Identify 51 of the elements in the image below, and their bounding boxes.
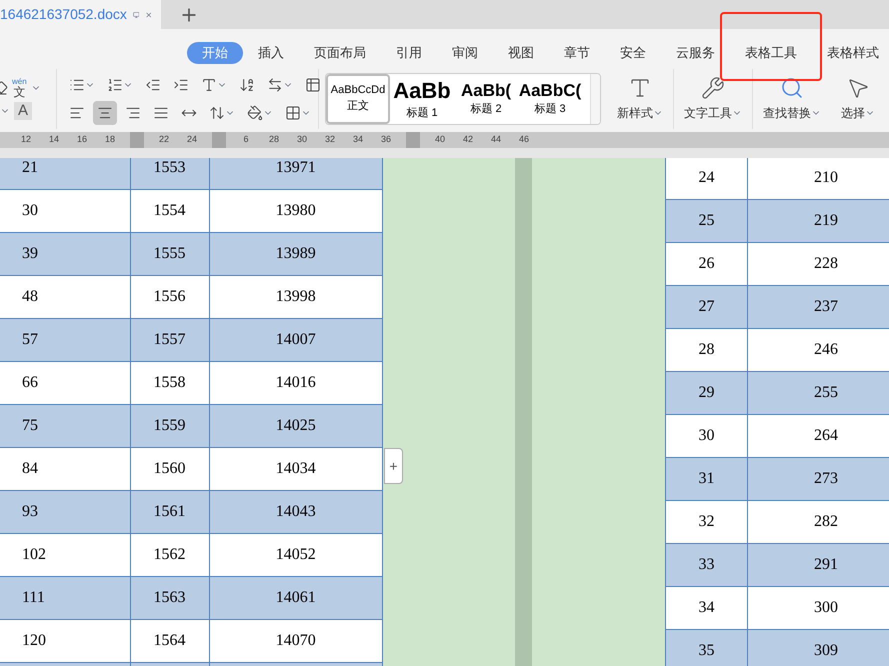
menu-tab[interactable]: 插入 [243, 42, 299, 64]
menu-tab[interactable]: 审阅 [437, 42, 493, 64]
ruler-number: 36 [380, 133, 392, 146]
tool-button[interactable]: 新样式 [607, 69, 674, 129]
ruler-number: 44 [490, 133, 502, 146]
character-shading-button[interactable]: A [14, 102, 32, 120]
ruler-marker[interactable] [130, 132, 144, 148]
tool-button[interactable]: 文字工具 [674, 69, 753, 129]
menu-tab[interactable]: 视图 [493, 42, 549, 64]
document-title: 164621637052.docx [0, 5, 127, 24]
style-item[interactable]: AaBbCcDd 正文 [326, 74, 390, 124]
ruler-number: 24 [186, 133, 198, 146]
ruler-number: 28 [268, 133, 280, 146]
menu-tab[interactable]: 表格工具 [730, 42, 812, 64]
tool-button[interactable]: 选择 [831, 69, 885, 129]
style-item[interactable]: AaBb 标题 1 [390, 74, 454, 124]
tool-button[interactable]: 查找替换 [753, 69, 831, 129]
style-item[interactable]: AaBb( 标题 2 [454, 74, 518, 124]
ruler-number: 34 [352, 133, 364, 146]
ruler-number: 40 [434, 133, 446, 146]
ruler-marker[interactable] [212, 132, 226, 148]
menu-tab[interactable]: 云服务 [661, 42, 730, 64]
ruler-number: 14 [48, 133, 60, 146]
ruler-number: 32 [324, 133, 336, 146]
wrench-icon [701, 76, 725, 100]
gallery-scrollbar[interactable] [590, 74, 600, 124]
pinyin-button[interactable]: wén 文 [12, 78, 27, 98]
ruler-number: 16 [76, 133, 88, 146]
document-tab[interactable]: 164621637052.docx [0, 0, 161, 29]
menu-tab[interactable]: 章节 [549, 42, 605, 64]
menu-tab[interactable]: 页面布局 [299, 42, 381, 64]
ruler-number: 46 [518, 133, 530, 146]
style-item[interactable]: AaBbC( 标题 3 [518, 74, 582, 124]
menu-tab[interactable]: 引用 [381, 42, 437, 64]
align-center-icon[interactable] [93, 101, 117, 125]
ruler-number: 22 [158, 133, 170, 146]
menu-tab[interactable]: 表格样式 [812, 42, 889, 64]
ruler-number: 12 [20, 133, 32, 146]
tool-label: 新样式 [617, 105, 653, 122]
ruler-number: 18 [104, 133, 116, 146]
search-icon [780, 76, 804, 100]
add-row-button[interactable]: + [384, 448, 403, 484]
ruler-number: 6 [242, 133, 250, 146]
table-cell: 35 [666, 630, 748, 666]
tool-label: 文字工具 [684, 105, 732, 122]
menu-tab[interactable]: 安全 [605, 42, 661, 64]
tool-label: 查找替换 [763, 105, 811, 122]
tool-label: 选择 [841, 105, 865, 122]
ruler-marker[interactable] [406, 132, 420, 148]
ruler-number: 30 [296, 133, 308, 146]
ruler-number: 42 [462, 133, 474, 146]
